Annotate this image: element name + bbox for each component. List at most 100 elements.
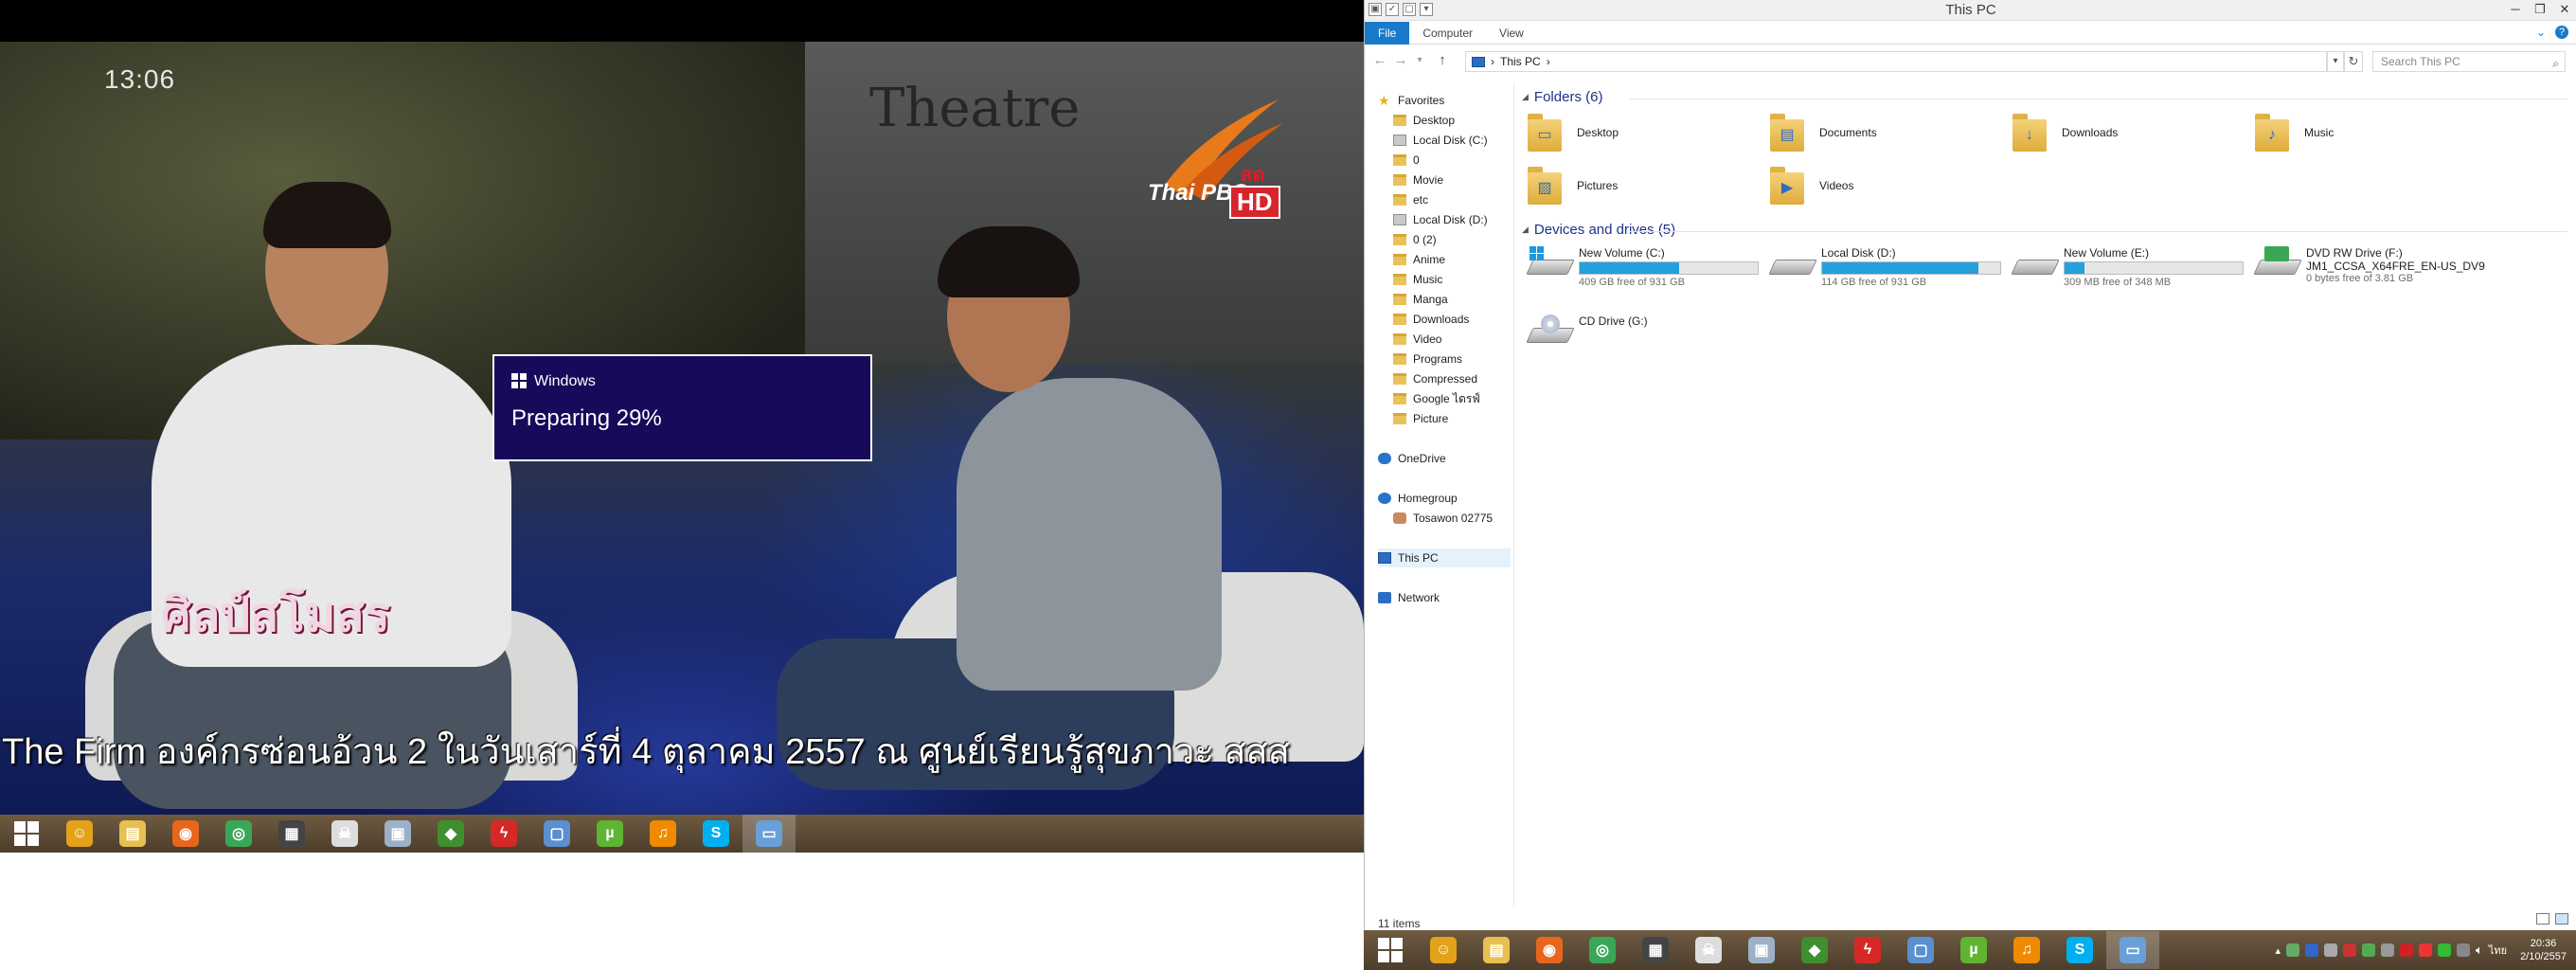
details-view-icon[interactable] (2536, 913, 2549, 925)
taskbar-firefox-button[interactable]: ◉ (159, 815, 212, 853)
tab-view[interactable]: View (1486, 22, 1537, 45)
tray-app-icon[interactable] (2381, 943, 2395, 957)
nav-favorite-item[interactable]: Compressed (1393, 369, 1511, 388)
taskbar-app-1-button[interactable]: ☺ (53, 815, 106, 853)
taskbar-remote-desktop-button[interactable]: ▢ (1894, 931, 1947, 969)
folder-tile[interactable]: ▤ Documents (1770, 114, 1877, 152)
taskbar-app-1-button[interactable]: ☺ (1417, 931, 1470, 969)
taskbar-app-8-button[interactable]: ◆ (424, 815, 477, 853)
volume-icon[interactable]: 🔈︎ (2476, 943, 2483, 958)
tray-app-icon[interactable] (2305, 943, 2319, 957)
expand-ribbon-icon[interactable]: ⌄ (2536, 26, 2546, 39)
drive-tile[interactable]: CD Drive (G:) (1526, 314, 1648, 349)
taskbar-app-6-button[interactable]: ☠ (1682, 931, 1735, 969)
tray-clock[interactable]: 20:36 2/10/2557 (2520, 937, 2567, 963)
forward-arrow-icon[interactable]: → (1391, 51, 1410, 70)
nav-favorites[interactable]: ★ Favorites (1378, 91, 1511, 110)
folders-group-header[interactable]: ◢ Folders (6) (1522, 89, 1602, 105)
tray-app-icon[interactable] (2286, 943, 2300, 957)
nav-onedrive[interactable]: OneDrive (1378, 449, 1511, 468)
refresh-icon[interactable]: ↻ (2344, 51, 2363, 72)
minimize-button[interactable]: ─ (2503, 0, 2528, 19)
nav-favorite-item[interactable]: Downloads (1393, 310, 1511, 329)
windows-update-toast[interactable]: Windows Preparing 29% (492, 354, 872, 461)
taskbar-app-7-button[interactable]: ▣ (371, 815, 424, 853)
taskbar-this-pc-button[interactable]: ▭ (742, 815, 796, 853)
network-icon[interactable] (2457, 943, 2471, 957)
drives-group-header[interactable]: ◢ Devices and drives (5) (1522, 222, 1675, 238)
taskbar-remote-desktop-button[interactable]: ▢ (530, 815, 583, 853)
tray-expand-icon[interactable]: ▴ (2275, 944, 2281, 957)
nav-favorite-item[interactable]: Local Disk (D:) (1393, 210, 1511, 229)
tab-file[interactable]: File (1365, 22, 1410, 45)
taskbar-app-6-button[interactable]: ☠ (318, 815, 371, 853)
nav-favorite-item[interactable]: Google ไดรฟ์ (1393, 389, 1511, 408)
nav-favorite-item[interactable]: Desktop (1393, 111, 1511, 130)
taskbar-skype-button[interactable]: S (689, 815, 742, 853)
taskbar-chrome-button[interactable]: ◎ (212, 815, 265, 853)
tray-app-icon[interactable] (2438, 943, 2452, 957)
nav-favorite-item[interactable]: Music (1393, 270, 1511, 289)
help-icon[interactable]: ? (2555, 26, 2568, 39)
start-button-right[interactable] (1364, 931, 1417, 969)
close-button[interactable]: ✕ (2552, 0, 2576, 19)
folder-tile[interactable]: ♪ Music (2255, 114, 2334, 152)
taskbar-music-app-button[interactable]: ♫ (636, 815, 689, 853)
nav-favorite-item[interactable]: 0 (2) (1393, 230, 1511, 249)
taskbar-app-9-button[interactable]: ϟ (477, 815, 530, 853)
drive-tile[interactable]: New Volume (C:) 409 GB free of 931 GB (1526, 246, 1759, 288)
title-bar[interactable]: ▣ ✓ ▢ ▾ This PC ─ ❐ ✕ (1365, 0, 2576, 21)
nav-favorite-item[interactable]: etc (1393, 190, 1511, 209)
nav-favorite-item[interactable]: Anime (1393, 250, 1511, 269)
breadcrumb-this-pc[interactable]: This PC (1500, 55, 1541, 68)
drive-tile[interactable]: New Volume (E:) 309 MB free of 348 MB (2011, 246, 2244, 288)
taskbar-file-explorer-button[interactable]: ▤ (1470, 931, 1523, 969)
language-indicator[interactable]: ไทย (2489, 942, 2507, 959)
taskbar-app-7-button[interactable]: ▣ (1735, 931, 1788, 969)
tray-app-icon[interactable] (2343, 943, 2357, 957)
address-dropdown-icon[interactable]: ▾ (2327, 51, 2344, 72)
folder-tile[interactable]: ▨ Pictures (1528, 167, 1618, 205)
nav-favorite-item[interactable]: Local Disk (C:) (1393, 131, 1511, 150)
nav-favorite-item[interactable]: Video (1393, 330, 1511, 349)
search-input[interactable]: Search This PC ⌕ (2372, 51, 2566, 72)
up-arrow-icon[interactable]: ↑ (1433, 51, 1452, 70)
folder-tile[interactable]: ▶ Videos (1770, 167, 1853, 205)
tray-app-icon[interactable] (2419, 943, 2433, 957)
nav-homegroup-user[interactable]: Tosawon 02775 (1393, 509, 1511, 528)
recent-chevron-icon[interactable]: ▾ (1410, 51, 1429, 70)
restore-button[interactable]: ❐ (2528, 0, 2552, 19)
nav-favorite-item[interactable]: Manga (1393, 290, 1511, 309)
tiles-view-icon[interactable] (2555, 913, 2568, 925)
drive-tile[interactable]: DVD RW Drive (F:) JM1_CCSA_X64FRE_EN-US_D… (2253, 246, 2485, 284)
folder-tile[interactable]: ↓ Downloads (2012, 114, 2118, 152)
back-arrow-icon[interactable]: ← (1370, 51, 1389, 70)
nav-this-pc[interactable]: This PC (1378, 548, 1511, 567)
taskbar-this-pc-button[interactable]: ▭ (2106, 931, 2159, 969)
start-button-left[interactable] (0, 815, 53, 853)
nav-favorite-item[interactable]: Movie (1393, 171, 1511, 189)
nav-favorite-item[interactable]: Programs (1393, 350, 1511, 368)
tray-app-icon[interactable] (2400, 943, 2414, 957)
taskbar-skype-button[interactable]: S (2053, 931, 2106, 969)
folder-tile[interactable]: ▭ Desktop (1528, 114, 1619, 152)
taskbar-media-player-button[interactable]: ▦ (1629, 931, 1682, 969)
tab-computer[interactable]: Computer (1409, 22, 1486, 45)
taskbar-music-app-button[interactable]: ♫ (2000, 931, 2053, 969)
nav-homegroup[interactable]: Homegroup (1378, 489, 1511, 508)
taskbar-app-9-button[interactable]: ϟ (1841, 931, 1894, 969)
taskbar-file-explorer-button[interactable]: ▤ (106, 815, 159, 853)
taskbar-utorrent-button[interactable]: µ (583, 815, 636, 853)
taskbar-firefox-button[interactable]: ◉ (1523, 931, 1576, 969)
nav-favorite-item[interactable]: 0 (1393, 151, 1511, 170)
taskbar-utorrent-button[interactable]: µ (1947, 931, 2000, 969)
nav-favorite-item[interactable]: Picture (1393, 409, 1511, 428)
taskbar-chrome-button[interactable]: ◎ (1576, 931, 1629, 969)
tray-app-icon[interactable] (2324, 943, 2338, 957)
nav-network[interactable]: Network (1378, 588, 1511, 607)
tray-app-icon[interactable] (2362, 943, 2376, 957)
taskbar-media-player-button[interactable]: ▦ (265, 815, 318, 853)
taskbar-app-8-button[interactable]: ◆ (1788, 931, 1841, 969)
address-field[interactable]: › This PC › (1465, 51, 2327, 72)
drive-tile[interactable]: Local Disk (D:) 114 GB free of 931 GB (1768, 246, 2001, 288)
